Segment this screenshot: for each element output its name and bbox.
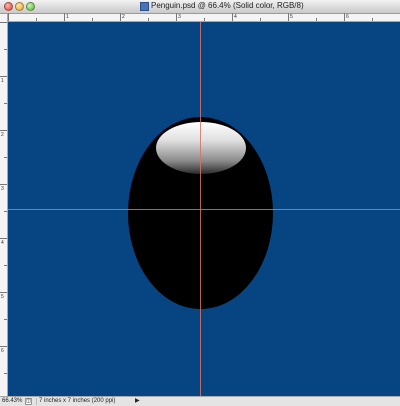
- ruler-tick: [148, 18, 149, 21]
- ruler-tick: [0, 76, 7, 77]
- document-canvas[interactable]: [8, 22, 400, 396]
- status-panel-icon[interactable]: ◫: [25, 398, 32, 405]
- gloss-highlight-shape[interactable]: [156, 122, 246, 174]
- ruler-label: 2: [122, 14, 125, 20]
- ruler-tick: [0, 346, 7, 347]
- ruler-tick: [260, 18, 261, 21]
- ruler-label: 1: [1, 78, 4, 84]
- ruler-tick: [4, 157, 7, 158]
- ruler-tick: [0, 184, 7, 185]
- ruler-tick: [372, 18, 373, 21]
- title-bar[interactable]: Penguin.psd @ 66.4% (Solid color, RGB/8): [0, 0, 400, 14]
- minimize-icon[interactable]: [15, 2, 24, 11]
- ruler-tick: [344, 13, 345, 21]
- ruler-tick: [0, 238, 7, 239]
- ruler-tick: [92, 18, 93, 21]
- ruler-tick: [4, 265, 7, 266]
- window-title: Penguin.psd @ 66.4% (Solid color, RGB/8): [151, 1, 304, 10]
- ruler-tick: [64, 13, 65, 21]
- document-info: 7 inches x 7 inches (200 ppi): [36, 398, 137, 405]
- ruler-tick: [36, 18, 37, 21]
- ruler-tick: [4, 103, 7, 104]
- ruler-label: 5: [1, 294, 4, 300]
- ruler-label: 6: [346, 14, 349, 20]
- status-bar: 66.43% ◫ 7 inches x 7 inches (200 ppi) ▶: [0, 396, 400, 406]
- ruler-tick: [0, 292, 7, 293]
- photoshop-document-window: Penguin.psd @ 66.4% (Solid color, RGB/8)…: [0, 0, 400, 406]
- ruler-tick: [4, 373, 7, 374]
- ruler-label: 5: [290, 14, 293, 20]
- horizontal-ruler[interactable]: 1 2 3 4 5 6: [8, 13, 400, 22]
- ruler-label: 3: [178, 14, 181, 20]
- ruler-tick: [0, 130, 7, 131]
- zoom-level-field[interactable]: 66.43%: [2, 398, 22, 405]
- ruler-tick: [288, 13, 289, 21]
- ruler-tick: [0, 22, 7, 23]
- horizontal-guide[interactable]: [8, 209, 400, 210]
- ruler-tick: [8, 13, 9, 21]
- ruler-label: 4: [1, 240, 4, 246]
- document-icon: [140, 2, 149, 11]
- ruler-label: 4: [234, 14, 237, 20]
- ruler-tick: [120, 13, 121, 21]
- ruler-label: 3: [1, 186, 4, 192]
- ruler-label: 2: [1, 132, 4, 138]
- ruler-label: 1: [66, 14, 69, 20]
- ruler-tick: [204, 18, 205, 21]
- ruler-tick: [232, 13, 233, 21]
- ruler-tick: [4, 211, 7, 212]
- ruler-tick: [4, 49, 7, 50]
- close-icon[interactable]: [4, 2, 13, 11]
- ruler-tick: [176, 13, 177, 21]
- popup-arrow-icon[interactable]: ▶: [135, 398, 141, 405]
- zoom-icon[interactable]: [26, 2, 35, 11]
- ruler-tick: [316, 18, 317, 21]
- ruler-label: 6: [1, 348, 4, 354]
- ruler-tick: [4, 319, 7, 320]
- vertical-ruler[interactable]: 1 2 3 4 5 6: [0, 14, 8, 396]
